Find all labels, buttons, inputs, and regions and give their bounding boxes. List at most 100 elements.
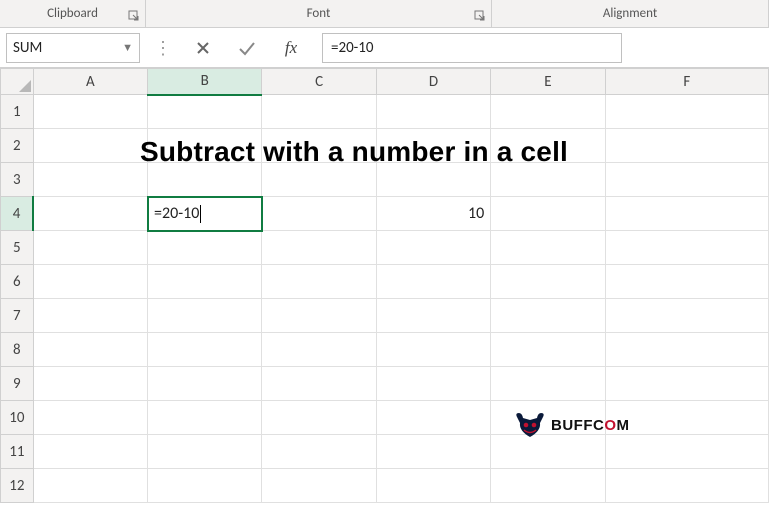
cell-D10[interactable] [376, 401, 490, 435]
row-header-7[interactable]: 7 [1, 299, 34, 333]
cell-E3[interactable] [491, 163, 605, 197]
cell-D8[interactable] [376, 333, 490, 367]
row-header-1[interactable]: 1 [1, 95, 34, 129]
cell-B4[interactable]: =20-10 [148, 197, 262, 231]
font-dialog-launcher-icon[interactable] [473, 9, 487, 23]
formula-bar-input[interactable]: =20-10 [322, 33, 622, 63]
cell-F12[interactable] [605, 469, 768, 503]
cell-F8[interactable] [605, 333, 768, 367]
cell-A11[interactable] [33, 435, 147, 469]
cell-B5[interactable] [148, 231, 262, 265]
cell-A3[interactable] [33, 163, 147, 197]
cancel-formula-button[interactable] [184, 33, 222, 63]
col-header-C[interactable]: C [262, 69, 376, 95]
cell-D1[interactable] [376, 95, 490, 129]
select-all-corner[interactable] [1, 69, 34, 95]
cell-B8[interactable] [148, 333, 262, 367]
cell-E5[interactable] [491, 231, 605, 265]
cell-F4[interactable] [605, 197, 768, 231]
cell-D2[interactable] [376, 129, 490, 163]
cell-A12[interactable] [33, 469, 147, 503]
row-header-12[interactable]: 12 [1, 469, 34, 503]
cell-D4[interactable]: 10 [376, 197, 490, 231]
cell-A6[interactable] [33, 265, 147, 299]
cell-B9[interactable] [148, 367, 262, 401]
cell-F1[interactable] [605, 95, 768, 129]
row-header-6[interactable]: 6 [1, 265, 34, 299]
cell-E6[interactable] [491, 265, 605, 299]
cell-A4[interactable] [33, 197, 147, 231]
name-box-dropdown-icon[interactable]: ▼ [122, 41, 133, 54]
cell-B12[interactable] [148, 469, 262, 503]
col-header-B[interactable]: B [148, 69, 262, 95]
cell-E8[interactable] [491, 333, 605, 367]
cell-F11[interactable] [605, 435, 768, 469]
row-header-8[interactable]: 8 [1, 333, 34, 367]
cell-B3[interactable] [148, 163, 262, 197]
cell-C4[interactable] [262, 197, 376, 231]
cell-F9[interactable] [605, 367, 768, 401]
cell-F7[interactable] [605, 299, 768, 333]
row-header-4[interactable]: 4 [1, 197, 34, 231]
cell-E11[interactable] [491, 435, 605, 469]
cell-D6[interactable] [376, 265, 490, 299]
cell-F3[interactable] [605, 163, 768, 197]
cell-D12[interactable] [376, 469, 490, 503]
col-header-E[interactable]: E [491, 69, 605, 95]
cell-D7[interactable] [376, 299, 490, 333]
cell-B7[interactable] [148, 299, 262, 333]
row-header-2[interactable]: 2 [1, 129, 34, 163]
cell-E1[interactable] [491, 95, 605, 129]
cell-C10[interactable] [262, 401, 376, 435]
cell-D11[interactable] [376, 435, 490, 469]
cell-C9[interactable] [262, 367, 376, 401]
cell-A7[interactable] [33, 299, 147, 333]
row-header-5[interactable]: 5 [1, 231, 34, 265]
cell-C12[interactable] [262, 469, 376, 503]
cell-A1[interactable] [33, 95, 147, 129]
col-header-A[interactable]: A [33, 69, 147, 95]
col-header-D[interactable]: D [376, 69, 490, 95]
cell-A5[interactable] [33, 231, 147, 265]
enter-formula-button[interactable] [228, 33, 266, 63]
row-header-10[interactable]: 10 [1, 401, 34, 435]
cell-B1[interactable] [148, 95, 262, 129]
cell-F5[interactable] [605, 231, 768, 265]
clipboard-dialog-launcher-icon[interactable] [127, 9, 141, 23]
cell-C11[interactable] [262, 435, 376, 469]
ribbon-group-font-label: Font [307, 6, 331, 21]
cell-D5[interactable] [376, 231, 490, 265]
cell-A9[interactable] [33, 367, 147, 401]
cell-B10[interactable] [148, 401, 262, 435]
cell-A2[interactable] [33, 129, 147, 163]
cell-C5[interactable] [262, 231, 376, 265]
cell-C8[interactable] [262, 333, 376, 367]
col-header-F[interactable]: F [605, 69, 768, 95]
insert-function-button[interactable]: fx [272, 33, 310, 63]
name-box[interactable]: SUM ▼ [6, 33, 140, 63]
cell-A8[interactable] [33, 333, 147, 367]
cell-E9[interactable] [491, 367, 605, 401]
row-header-9[interactable]: 9 [1, 367, 34, 401]
cell-F10[interactable] [605, 401, 768, 435]
cell-E4[interactable] [491, 197, 605, 231]
cell-C6[interactable] [262, 265, 376, 299]
cell-F2[interactable] [605, 129, 768, 163]
cell-C2[interactable] [262, 129, 376, 163]
row-header-11[interactable]: 11 [1, 435, 34, 469]
cell-C3[interactable] [262, 163, 376, 197]
cell-F6[interactable] [605, 265, 768, 299]
cell-E10[interactable] [491, 401, 605, 435]
cell-B2[interactable] [148, 129, 262, 163]
cell-E2[interactable] [491, 129, 605, 163]
row-header-3[interactable]: 3 [1, 163, 34, 197]
cell-D9[interactable] [376, 367, 490, 401]
cell-C1[interactable] [262, 95, 376, 129]
cell-E12[interactable] [491, 469, 605, 503]
cell-B11[interactable] [148, 435, 262, 469]
cell-B6[interactable] [148, 265, 262, 299]
cell-D3[interactable] [376, 163, 490, 197]
cell-E7[interactable] [491, 299, 605, 333]
cell-C7[interactable] [262, 299, 376, 333]
cell-A10[interactable] [33, 401, 147, 435]
